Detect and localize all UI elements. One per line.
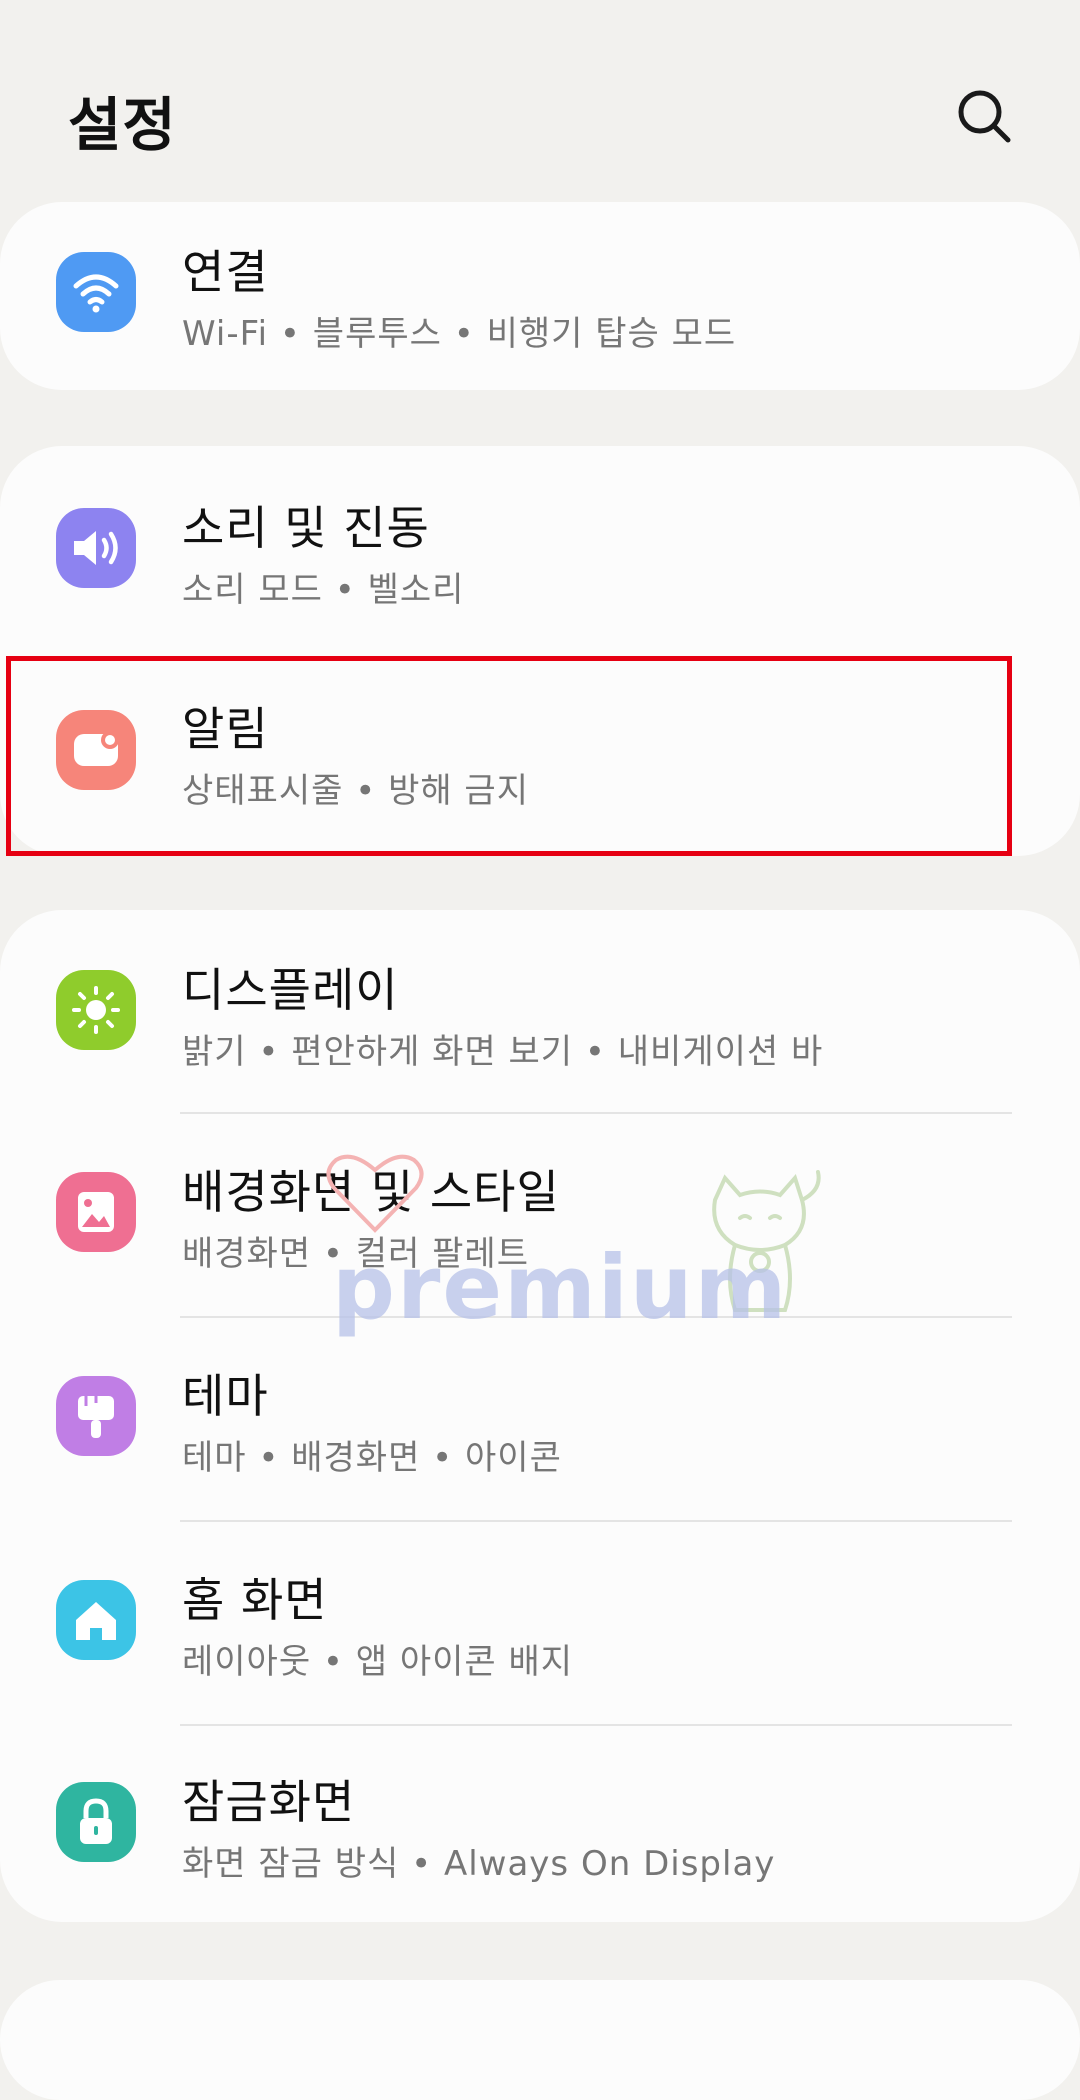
settings-item-home[interactable]: 홈 화면 레이아웃 • 앱 아이콘 배지 xyxy=(0,1522,1080,1724)
settings-item-subtitle: 소리 모드 • 벨소리 xyxy=(182,570,465,610)
settings-item-title: 연결 xyxy=(182,245,269,299)
wifi-icon xyxy=(56,252,136,332)
lock-icon xyxy=(56,1782,136,1862)
settings-group-display: 디스플레이 밝기 • 편안하게 화면 보기 • 내비게이션 바 배경화면 및 스… xyxy=(0,910,1080,1922)
settings-item-subtitle: 밝기 • 편안하게 화면 보기 • 내비게이션 바 xyxy=(182,1032,824,1072)
settings-item-lockscreen[interactable]: 잠금화면 화면 잠금 방식 • Always On Display xyxy=(0,1726,1080,1922)
page-title: 설정 xyxy=(68,91,177,159)
settings-item-subtitle: 배경화면 • 컬러 팔레트 xyxy=(182,1234,529,1274)
search-icon xyxy=(958,90,1011,143)
wallpaper-icon xyxy=(56,1172,136,1252)
settings-item-title: 테마 xyxy=(182,1369,269,1423)
settings-group-next xyxy=(0,1980,1080,2100)
settings-item-display[interactable]: 디스플레이 밝기 • 편안하게 화면 보기 • 내비게이션 바 xyxy=(0,910,1080,1112)
settings-item-title: 홈 화면 xyxy=(182,1573,328,1627)
header: 설정 xyxy=(0,0,1080,200)
settings-item-subtitle: 테마 • 배경화면 • 아이콘 xyxy=(182,1438,562,1478)
settings-item-sound[interactable]: 소리 및 진동 소리 모드 • 벨소리 xyxy=(0,446,1080,646)
settings-item-subtitle: Wi-Fi • 블루투스 • 비행기 탑승 모드 xyxy=(182,314,737,354)
settings-group-connections: 연결 Wi-Fi • 블루투스 • 비행기 탑승 모드 xyxy=(0,202,1080,390)
settings-item-subtitle: 화면 잠금 방식 • Always On Display xyxy=(182,1844,776,1884)
settings-item-title: 배경화면 및 스타일 xyxy=(182,1165,560,1219)
settings-item-subtitle: 레이아웃 • 앱 아이콘 배지 xyxy=(182,1642,574,1682)
settings-item-themes[interactable]: 테마 테마 • 배경화면 • 아이콘 xyxy=(0,1318,1080,1520)
highlight-box xyxy=(6,656,1012,856)
home-icon xyxy=(56,1580,136,1660)
brightness-icon xyxy=(56,970,136,1050)
settings-item-title: 소리 및 진동 xyxy=(182,501,430,555)
settings-item-connections[interactable]: 연결 Wi-Fi • 블루투스 • 비행기 탑승 모드 xyxy=(0,202,1080,390)
volume-icon xyxy=(56,508,136,588)
settings-item-wallpaper[interactable]: 배경화면 및 스타일 배경화면 • 컬러 팔레트 xyxy=(0,1114,1080,1316)
search-button[interactable] xyxy=(950,82,1020,152)
settings-item-title: 잠금화면 xyxy=(182,1775,356,1829)
paintbrush-icon xyxy=(56,1376,136,1456)
settings-item-title: 디스플레이 xyxy=(182,963,399,1017)
